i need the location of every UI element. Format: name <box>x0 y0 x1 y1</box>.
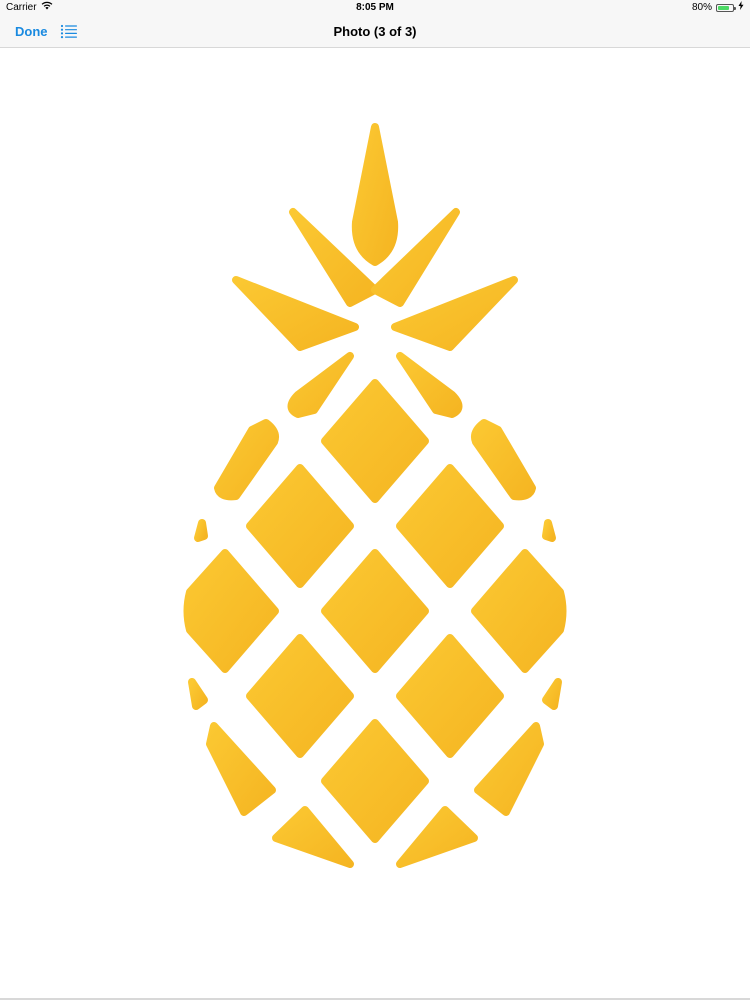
battery-percent: 80% <box>691 2 712 13</box>
body-diamond <box>246 634 354 758</box>
body-diamond <box>183 549 279 673</box>
status-right: 80% <box>692 0 744 16</box>
body-diamond <box>321 719 429 843</box>
body-edge-piece <box>194 519 208 542</box>
page-title: Photo (3 of 3) <box>333 24 417 39</box>
body-diamond <box>246 464 354 588</box>
body-diamond <box>321 379 429 503</box>
body-edge-piece <box>188 678 208 710</box>
body-edge-piece <box>396 352 463 418</box>
body-diamond <box>396 464 504 588</box>
body-edge-piece <box>471 419 536 501</box>
body-diamond <box>321 549 429 673</box>
body-edge-piece <box>214 419 279 501</box>
body-diamond <box>396 634 504 758</box>
status-bar: Carrier 8:05 PM 80% <box>0 0 750 16</box>
battery-level <box>718 6 729 10</box>
status-time: 8:05 PM <box>356 2 394 13</box>
pineapple-graphic <box>183 123 567 868</box>
body-edge-piece <box>542 519 556 542</box>
body-edge-piece <box>396 806 478 868</box>
navigation-bar: Done Photo (3 of 3) <box>0 16 750 48</box>
crown-center-leaf <box>351 123 399 266</box>
charging-bolt-icon <box>738 0 744 16</box>
body-edge-piece <box>542 678 562 710</box>
body-edge-piece <box>287 352 354 418</box>
crown-left-outer-leaf <box>232 276 359 351</box>
pineapple-image <box>183 123 567 868</box>
body-edge-piece <box>474 722 544 816</box>
photo-viewer[interactable] <box>0 48 750 998</box>
body-edge-piece <box>272 806 354 868</box>
body-diamond <box>471 549 567 673</box>
body-edge-piece <box>206 722 276 816</box>
crown-right-outer-leaf <box>391 276 518 351</box>
battery-icon <box>716 4 736 12</box>
